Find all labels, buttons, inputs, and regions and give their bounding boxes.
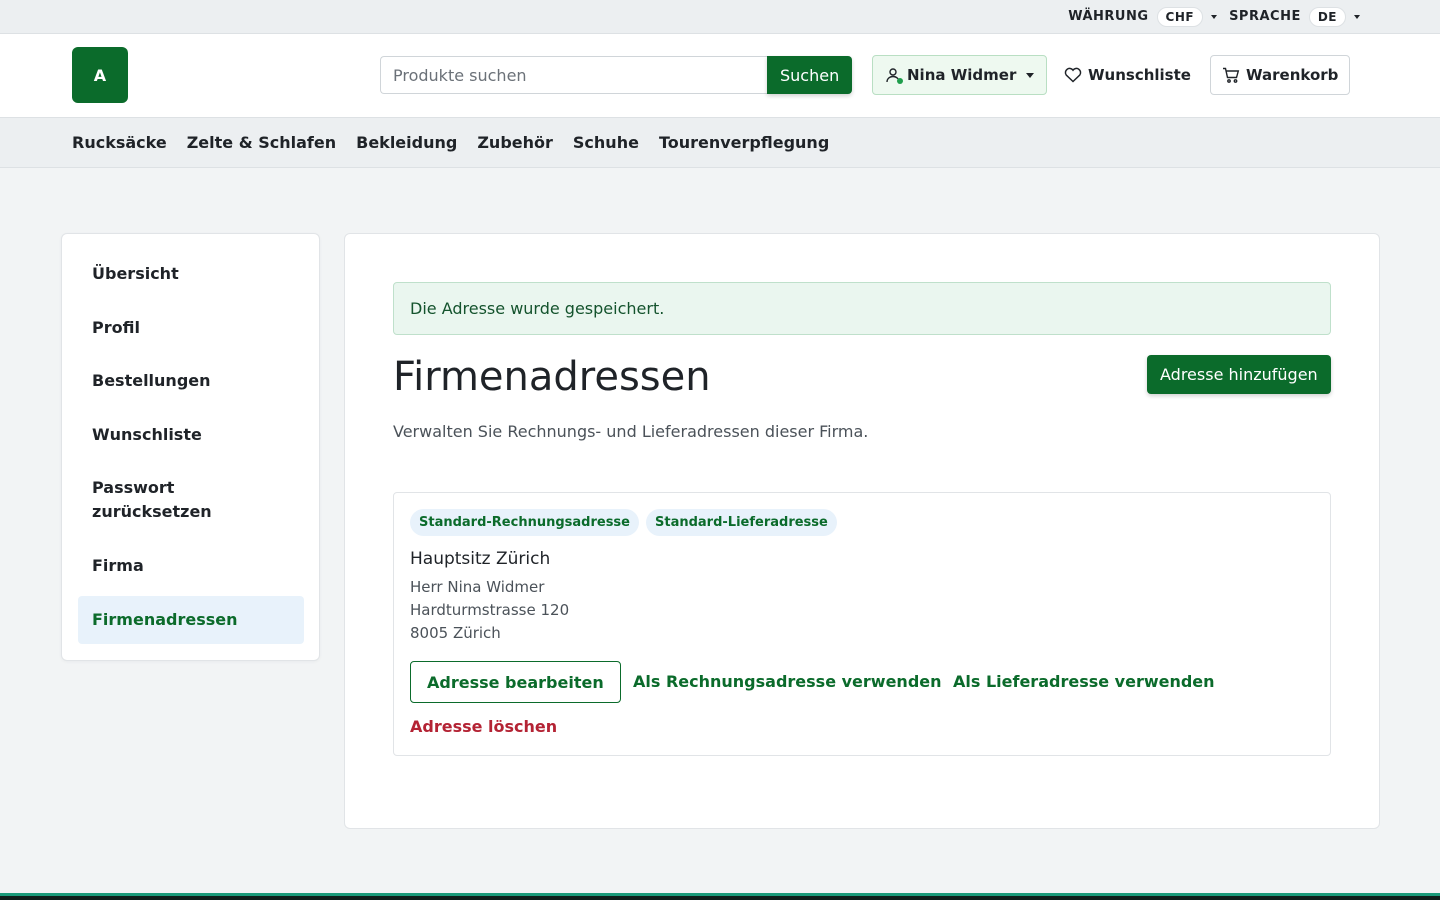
logo[interactable]: A: [72, 47, 128, 103]
address-badges: Standard-Rechnungsadresse Standard-Liefe…: [410, 509, 844, 536]
language-label: SPRACHE: [1229, 9, 1301, 24]
use-as-shipping-link[interactable]: Als Lieferadresse verwenden: [953, 672, 1215, 691]
wishlist-link[interactable]: Wunschliste: [1064, 55, 1191, 95]
search-input[interactable]: [380, 56, 767, 94]
cart-button[interactable]: Warenkorb: [1210, 55, 1351, 95]
add-address-button[interactable]: Adresse hinzufügen: [1147, 355, 1331, 394]
search-button[interactable]: Suchen: [767, 56, 853, 94]
cart-label: Warenkorb: [1246, 66, 1339, 84]
use-as-billing-link[interactable]: Als Rechnungsadresse verwenden: [633, 672, 942, 691]
sidebar-item-overview[interactable]: Übersicht: [78, 262, 304, 286]
category-link[interactable]: Schuhe: [573, 133, 639, 152]
page-subtitle: Verwalten Sie Rechnungs- und Lieferadres…: [393, 422, 869, 441]
category-link[interactable]: Rucksäcke: [72, 133, 167, 152]
sidebar-item-company-addresses[interactable]: Firmenadressen: [78, 596, 304, 644]
chevron-down-icon: [1211, 14, 1218, 19]
utility-bar: WÄHRUNG CHF SPRACHE DE: [0, 0, 1440, 34]
address-card: Standard-Rechnungsadresse Standard-Liefe…: [393, 492, 1331, 756]
search-form: Suchen: [380, 56, 853, 94]
account-sidebar: Übersicht Profil Bestellungen Wunschlist…: [61, 233, 320, 661]
language-selector[interactable]: SPRACHE DE: [1229, 6, 1372, 27]
account-name: Nina Widmer: [907, 66, 1017, 84]
address-contact: Herr Nina Widmer: [410, 578, 545, 596]
currency-value[interactable]: CHF: [1156, 6, 1204, 27]
sidebar-item-password-reset[interactable]: Passwort zurücksetzen: [78, 476, 278, 524]
delete-address-link[interactable]: Adresse löschen: [410, 717, 557, 736]
cart-icon: [1223, 67, 1240, 83]
main-content: Die Adresse wurde gespeichert. Firmenadr…: [344, 233, 1380, 829]
account-menu-button[interactable]: Nina Widmer: [872, 55, 1048, 95]
currency-label: WÄHRUNG: [1068, 9, 1149, 24]
default-shipping-badge: Standard-Lieferadresse: [646, 509, 837, 536]
chevron-down-icon: [1026, 72, 1035, 78]
address-name: Hauptsitz Zürich: [410, 549, 551, 569]
wishlist-label: Wunschliste: [1088, 66, 1191, 84]
category-nav: Rucksäcke Zelte & Schlafen Bekleidung Zu…: [0, 117, 1440, 168]
page-title: Firmenadressen: [393, 354, 711, 400]
sidebar-item-wishlist[interactable]: Wunschliste: [78, 423, 304, 447]
category-link[interactable]: Zubehör: [477, 133, 553, 152]
site-header: A Suchen Nina Widmer Wunschliste Warenko…: [0, 34, 1440, 117]
address-city: 8005 Zürich: [410, 624, 501, 642]
sidebar-item-orders[interactable]: Bestellungen: [78, 369, 304, 393]
sidebar-item-company[interactable]: Firma: [78, 554, 304, 578]
default-billing-badge: Standard-Rechnungsadresse: [410, 509, 639, 536]
heart-icon: [1064, 67, 1082, 83]
footer-strip: [0, 893, 1440, 900]
language-value[interactable]: DE: [1308, 6, 1346, 27]
currency-selector[interactable]: WÄHRUNG CHF: [1068, 6, 1229, 27]
success-alert: Die Adresse wurde gespeichert.: [393, 282, 1331, 335]
category-link[interactable]: Zelte & Schlafen: [187, 133, 336, 152]
chevron-down-icon: [1354, 14, 1360, 19]
edit-address-button[interactable]: Adresse bearbeiten: [410, 661, 621, 703]
address-street: Hardturmstrasse 120: [410, 601, 570, 619]
category-link[interactable]: Bekleidung: [356, 133, 457, 152]
online-status-dot: [897, 78, 903, 84]
category-link[interactable]: Tourenverpflegung: [659, 133, 829, 152]
user-icon: [885, 67, 903, 84]
sidebar-item-profile[interactable]: Profil: [78, 316, 304, 340]
